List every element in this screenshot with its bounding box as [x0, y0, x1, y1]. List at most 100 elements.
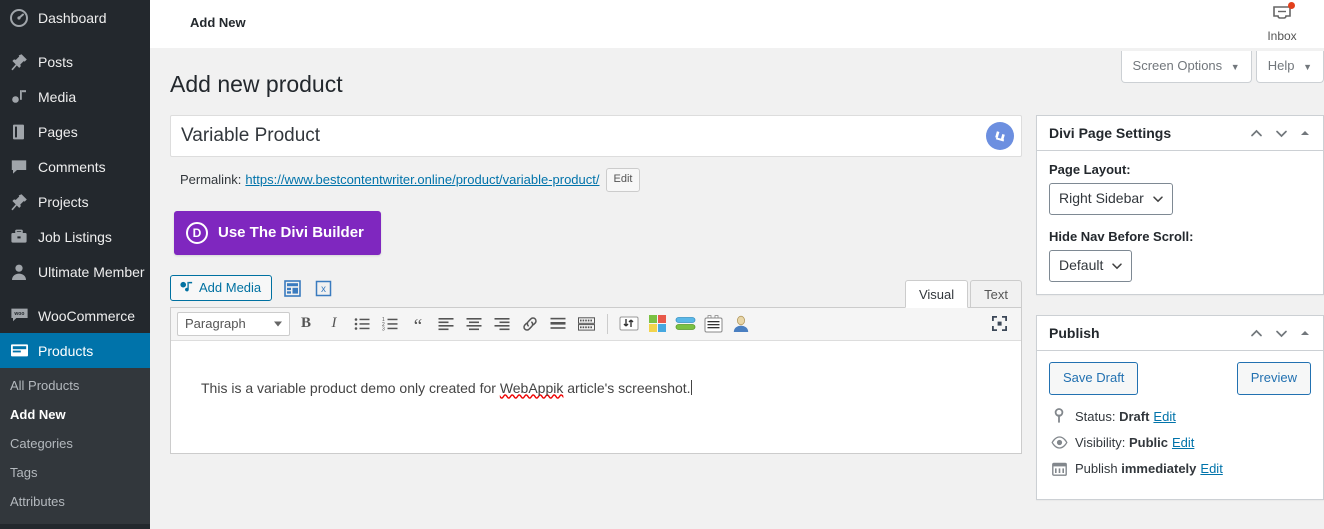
- help-button[interactable]: Help ▼: [1255, 51, 1324, 83]
- green-bars-icon[interactable]: [673, 312, 697, 336]
- paragraph-format-select[interactable]: Paragraph: [177, 311, 290, 336]
- sidebar-item-woocommerce[interactable]: woo WooCommerce: [0, 298, 150, 333]
- blockquote-icon[interactable]: “: [406, 312, 430, 336]
- align-right-icon[interactable]: [490, 312, 514, 336]
- shortcode-icon[interactable]: x: [313, 279, 333, 299]
- publish-action-row: Save Draft Preview: [1049, 362, 1311, 396]
- bold-icon[interactable]: B: [294, 312, 318, 336]
- pin-icon: [9, 192, 29, 212]
- media-icon: [9, 87, 29, 107]
- pages-icon: [9, 122, 29, 142]
- move-down-icon[interactable]: [1274, 326, 1289, 341]
- misc-value: immediately: [1121, 461, 1197, 477]
- notification-dot: [1288, 2, 1295, 9]
- format-select-value: Paragraph: [185, 316, 246, 332]
- sidebar-item-ultimate-member[interactable]: Ultimate Member: [0, 254, 150, 289]
- publish-misc-row: Visibility: Public Edit: [1049, 435, 1311, 450]
- svg-text:3: 3: [382, 326, 385, 331]
- fullscreen-icon[interactable]: [987, 312, 1011, 336]
- hide-nav-label: Hide Nav Before Scroll:: [1049, 229, 1194, 244]
- menu-separator: [0, 289, 150, 298]
- editor-media-row: Add Media x Visual Text: [170, 274, 1022, 308]
- permalink-url[interactable]: https://www.bestcontentwriter.online/pro…: [245, 172, 599, 187]
- screen-options-label: Screen Options: [1132, 58, 1223, 73]
- add-media-button[interactable]: Add Media: [170, 274, 273, 301]
- page-layout-select[interactable]: Right Sidebar: [1049, 183, 1173, 215]
- toggle-panel-icon[interactable]: [1299, 327, 1311, 339]
- divi-d-icon: D: [186, 221, 208, 244]
- numbered-list-icon[interactable]: 123: [378, 312, 402, 336]
- bulleted-list-icon[interactable]: [350, 312, 374, 336]
- edit-link[interactable]: Edit: [1153, 409, 1175, 424]
- preview-button[interactable]: Preview: [1236, 362, 1311, 396]
- sidebar-item-label: Dashboard: [38, 9, 107, 26]
- products-submenu: All Products Add New Categories Tags Attribu…: [0, 368, 150, 525]
- avatar-icon[interactable]: [729, 312, 753, 336]
- dashboard-icon: [9, 8, 29, 28]
- sidebar-item-comments[interactable]: Comments: [0, 149, 150, 184]
- sidebar-item-pages[interactable]: Pages: [0, 114, 150, 149]
- move-down-icon[interactable]: [1274, 126, 1289, 141]
- sidebar-item-media[interactable]: Media: [0, 79, 150, 114]
- sort-arrows-icon[interactable]: [617, 312, 641, 336]
- menu-separator: [0, 35, 150, 44]
- edit-link[interactable]: Edit: [1200, 461, 1222, 476]
- screen-options-button[interactable]: Screen Options ▼: [1120, 51, 1252, 83]
- link-icon[interactable]: [518, 312, 542, 336]
- toolbar-toggle-icon[interactable]: [574, 312, 598, 336]
- top-tab-label: Add New: [190, 15, 246, 30]
- publish-title: Publish: [1049, 325, 1100, 341]
- divi-page-settings-header: Divi Page Settings: [1037, 116, 1323, 151]
- sidebar-item-job-listings[interactable]: Job Listings: [0, 219, 150, 254]
- read-more-icon[interactable]: [546, 312, 570, 336]
- sidebar-item-label: Ultimate Member: [38, 263, 145, 280]
- svg-text:woo: woo: [13, 311, 24, 317]
- color-grid-icon[interactable]: [645, 312, 669, 336]
- product-title-input[interactable]: [171, 116, 1021, 156]
- layout-grid-icon[interactable]: [283, 279, 303, 299]
- misc-prefix: Publish: [1075, 461, 1122, 477]
- chevron-down-icon: ▼: [1230, 62, 1240, 72]
- woo-icon: woo: [9, 306, 29, 326]
- toggle-panel-icon[interactable]: [1299, 127, 1311, 139]
- submenu-item-tags[interactable]: Tags: [0, 459, 150, 488]
- inbox-button[interactable]: Inbox: [1252, 2, 1312, 43]
- publish-misc-row: Status: Draft Edit: [1049, 408, 1311, 424]
- move-up-icon[interactable]: [1249, 126, 1264, 141]
- sidebar-item-projects[interactable]: Projects: [0, 184, 150, 219]
- divi-logo-icon[interactable]: [986, 122, 1014, 150]
- sidebar-item-label: Pages: [38, 123, 78, 140]
- sidebar-item-label: Job Listings: [38, 228, 112, 245]
- toolbar-divider: [607, 313, 608, 334]
- misc-value: Public: [1128, 435, 1168, 451]
- page-layout-label: Page Layout:: [1049, 162, 1131, 177]
- sidebar-item-label: Projects: [38, 193, 89, 210]
- edit-link[interactable]: Edit: [1172, 435, 1194, 450]
- divi-page-settings-title: Divi Page Settings: [1049, 125, 1172, 141]
- publish-misc-text: Visibility: Public Edit: [1075, 435, 1194, 450]
- sidebar-item-label: Media: [38, 88, 77, 105]
- italic-icon[interactable]: I: [322, 312, 346, 336]
- tab-visual[interactable]: Visual: [904, 279, 969, 308]
- submenu-item-all-products[interactable]: All Products: [0, 372, 150, 401]
- tab-text[interactable]: Text: [970, 279, 1022, 308]
- list-lines-icon[interactable]: [701, 312, 725, 336]
- align-center-icon[interactable]: [462, 312, 486, 336]
- align-left-icon[interactable]: [434, 312, 458, 336]
- submenu-item-categories[interactable]: Categories: [0, 430, 150, 459]
- save-draft-button[interactable]: Save Draft: [1049, 362, 1139, 396]
- misc-prefix: Visibility:: [1075, 435, 1129, 451]
- permalink-edit-button[interactable]: Edit: [605, 168, 641, 192]
- comments-icon: [9, 157, 29, 177]
- use-divi-builder-button[interactable]: D Use The Divi Builder: [174, 210, 381, 255]
- sidebar-item-dashboard[interactable]: Dashboard: [0, 0, 150, 35]
- submenu-item-attributes[interactable]: Attributes: [0, 488, 150, 517]
- pin-icon: [9, 52, 29, 72]
- sidebar-item-products[interactable]: Products: [0, 333, 150, 368]
- sidebar-item-posts[interactable]: Posts: [0, 44, 150, 79]
- submenu-item-add-new[interactable]: Add New: [0, 401, 150, 430]
- hide-nav-select[interactable]: Default: [1049, 250, 1133, 282]
- move-up-icon[interactable]: [1249, 326, 1264, 341]
- user-icon: [9, 262, 29, 282]
- editor-content-area[interactable]: This is a variable product demo only cre…: [171, 340, 1021, 453]
